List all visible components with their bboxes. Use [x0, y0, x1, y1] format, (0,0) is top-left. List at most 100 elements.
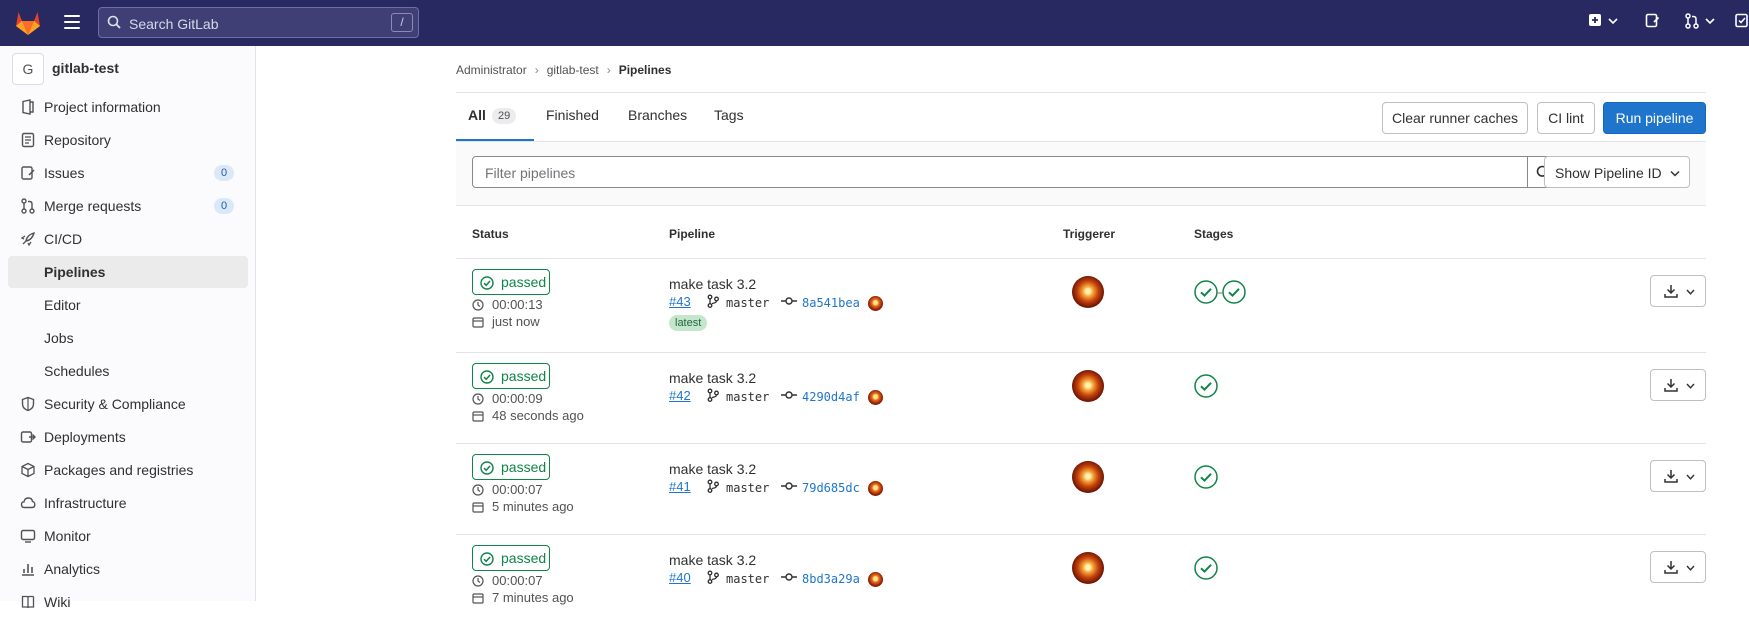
sidebar-item-infrastructure[interactable]: Infrastructure [8, 487, 248, 519]
pipeline-title[interactable]: make task 3.2 [669, 552, 756, 568]
filter-pipelines-input[interactable]: Filter pipelines [472, 156, 1528, 188]
sidebar: G gitlab-test Project information Reposi… [0, 46, 256, 610]
download-artifacts-button[interactable] [1650, 551, 1706, 583]
sidebar-item-merge-requests[interactable]: Merge requests 0 [8, 190, 248, 222]
sidebar-item-monitor[interactable]: Monitor [8, 520, 248, 552]
ci-lint-button[interactable]: CI lint [1537, 102, 1595, 134]
show-pipeline-id-dropdown[interactable]: Show Pipeline ID [1544, 156, 1690, 188]
pipeline-title[interactable]: make task 3.2 [669, 370, 756, 386]
sidebar-item-wiki[interactable]: Wiki [8, 586, 248, 618]
duration-text: 00:00:07 [492, 573, 543, 588]
stage-passed-icon[interactable] [1194, 374, 1218, 398]
stage-passed-icon[interactable] [1194, 465, 1218, 489]
status-badge[interactable]: passed [472, 363, 550, 389]
download-icon [1664, 379, 1678, 392]
tab-branches[interactable]: Branches [616, 93, 702, 141]
search-placeholder: Search GitLab [129, 16, 219, 32]
clock-icon [472, 575, 484, 587]
commit-author-avatar[interactable] [868, 481, 883, 496]
chevron-down-icon[interactable] [1705, 17, 1715, 25]
sidebar-subitem-jobs[interactable]: Jobs [8, 322, 248, 354]
tab-tags[interactable]: Tags [702, 93, 762, 141]
column-header-stages: Stages [1194, 227, 1234, 241]
triggerer-avatar[interactable] [1072, 552, 1104, 584]
pipeline-id-link[interactable]: #43 [669, 294, 691, 309]
sidebar-item-project-information[interactable]: Project information [8, 91, 248, 123]
branch-name-link[interactable]: master [726, 572, 769, 586]
tab-all[interactable]: All 29 [456, 93, 534, 141]
download-artifacts-button[interactable] [1650, 369, 1706, 401]
branch-name-link[interactable]: master [726, 390, 769, 404]
branch-name-link[interactable]: master [726, 296, 769, 310]
stage-passed-icon[interactable] [1222, 280, 1246, 304]
download-artifacts-button[interactable] [1650, 460, 1706, 492]
stage-passed-icon[interactable] [1194, 280, 1218, 304]
breadcrumb-item[interactable]: Administrator [456, 63, 527, 77]
status-badge[interactable]: passed [472, 269, 550, 295]
sidebar-item-cicd[interactable]: CI/CD [8, 223, 248, 255]
duration-text: 00:00:07 [492, 482, 543, 497]
sidebar-item-packages-registries[interactable]: Packages and registries [8, 454, 248, 486]
todo-icon[interactable] [1735, 13, 1749, 28]
calendar-icon [472, 411, 484, 422]
sidebar-item-issues[interactable]: Issues 0 [8, 157, 248, 189]
sidebar-subitem-pipelines[interactable]: Pipelines [8, 256, 248, 288]
triggerer-avatar[interactable] [1072, 461, 1104, 493]
status-badge[interactable]: passed [472, 454, 550, 480]
status-label: passed [501, 368, 547, 384]
chart-icon [22, 564, 34, 576]
breadcrumb-current[interactable]: Pipelines [619, 63, 672, 77]
sidebar-item-analytics[interactable]: Analytics [8, 553, 248, 585]
triggerer-avatar[interactable] [1072, 370, 1104, 402]
merge-requests-icon[interactable] [1684, 13, 1700, 29]
issues-icon[interactable] [1645, 13, 1660, 28]
pipeline-id-link[interactable]: #42 [669, 388, 691, 403]
branch-icon [707, 294, 719, 308]
chevron-down-icon[interactable] [1608, 17, 1618, 25]
hamburger-menu-icon[interactable] [64, 15, 80, 29]
triggerer-avatar[interactable] [1072, 276, 1104, 308]
commit-sha-link[interactable]: 4290d4af [802, 390, 860, 404]
run-pipeline-button[interactable]: Run pipeline [1603, 102, 1706, 134]
commit-sha-link[interactable]: 8a541bea [802, 296, 860, 310]
plus-square-icon[interactable] [1588, 13, 1602, 27]
finished-text: just now [492, 314, 540, 329]
search-input[interactable]: Search GitLab / [98, 7, 419, 38]
commit-author-avatar[interactable] [868, 572, 883, 587]
stage-passed-icon[interactable] [1194, 556, 1218, 580]
branch-name-link[interactable]: master [726, 481, 769, 495]
pipeline-title[interactable]: make task 3.2 [669, 461, 756, 477]
sidebar-item-security-compliance[interactable]: Security & Compliance [8, 388, 248, 420]
doc-text-icon [21, 132, 35, 148]
sidebar-item-repository[interactable]: Repository [8, 124, 248, 156]
check-circle-icon [480, 276, 494, 290]
status-badge[interactable]: passed [472, 545, 550, 571]
breadcrumb-item[interactable]: gitlab-test [547, 63, 599, 77]
chevron-right-icon: › [534, 63, 539, 77]
commit-author-avatar[interactable] [868, 390, 883, 405]
cloud-icon [20, 497, 36, 509]
gitlab-logo-icon[interactable] [14, 9, 42, 36]
commit-sha-link[interactable]: 79d685dc [802, 481, 860, 495]
commit-sha-link[interactable]: 8bd3a29a [802, 572, 860, 586]
package-icon [21, 462, 35, 478]
sidebar-item-label: Security & Compliance [44, 396, 186, 412]
download-icon [1664, 285, 1678, 298]
pipeline-id-link[interactable]: #41 [669, 479, 691, 494]
issues-count-badge: 0 [214, 165, 234, 181]
tab-finished[interactable]: Finished [534, 93, 616, 141]
sidebar-subitem-editor[interactable]: Editor [8, 289, 248, 321]
pipeline-id-link[interactable]: #40 [669, 570, 691, 585]
download-artifacts-button[interactable] [1650, 275, 1706, 307]
pipeline-title[interactable]: make task 3.2 [669, 276, 756, 292]
clock-icon [472, 484, 484, 496]
clear-runner-caches-button[interactable]: Clear runner caches [1382, 102, 1528, 134]
sidebar-subitem-schedules[interactable]: Schedules [8, 355, 248, 387]
sidebar-item-deployments[interactable]: Deployments [8, 421, 248, 453]
table-row: passed 00:00:13 just now make task 3.2 #… [456, 259, 1706, 353]
monitor-icon [20, 529, 36, 543]
commit-author-avatar[interactable] [868, 296, 883, 311]
project-avatar[interactable]: G [12, 53, 44, 85]
sidebar-subitem-label: Editor [44, 297, 81, 313]
project-name[interactable]: gitlab-test [52, 60, 119, 76]
